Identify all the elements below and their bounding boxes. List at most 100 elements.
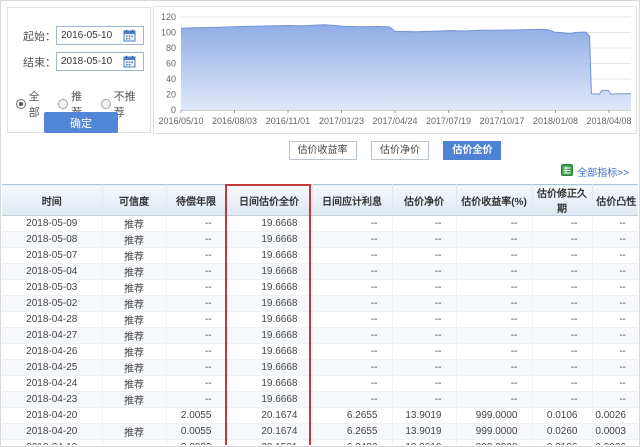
table-cell: -- <box>312 375 393 392</box>
table-cell: -- <box>166 343 227 360</box>
y-tick-label: 80 <box>166 43 176 53</box>
table-cell <box>102 439 167 445</box>
x-tick-label: 2017/10/17 <box>479 116 524 126</box>
table-row: 2018-04-26 推荐 -- 19.6668 -- -- -- -- -- <box>2 343 638 360</box>
table-cell: -- <box>166 247 227 264</box>
table-cell: -- <box>532 391 593 408</box>
table-cell: 20.1501 <box>226 439 313 445</box>
table-cell: 19.6668 <box>226 343 313 360</box>
table-cell: -- <box>312 247 393 264</box>
table-cell: -- <box>312 359 393 376</box>
table-cell: -- <box>392 311 457 328</box>
area-chart: 0 20 40 60 80 100 120 2016/05/10 2016/08/03 2016/… <box>158 12 631 126</box>
table-cell: -- <box>532 375 593 392</box>
valuation-table-wrap: 时间 可信度 待偿年限 日间估价全价 日间应计利息 估价净价 估价收益率(%) 估价修正久期估… <box>2 184 638 445</box>
table-cell: 2018-04-26 <box>2 343 103 360</box>
y-tick-label: 60 <box>166 59 176 69</box>
table-cell <box>102 407 167 424</box>
table-cell: -- <box>312 311 393 328</box>
table-cell: -- <box>592 343 638 360</box>
column-header: 可信度 <box>102 184 167 216</box>
table-cell: 推荐 <box>102 423 167 440</box>
table-cell: -- <box>392 295 457 312</box>
tab-full-price[interactable]: 估价全价 <box>443 141 502 160</box>
table-cell: -- <box>592 215 638 232</box>
table-cell: 20.1674 <box>226 407 313 424</box>
table-cell: 19.6668 <box>226 279 313 296</box>
table-cell: 推荐 <box>102 375 167 392</box>
table-cell: 2018-04-27 <box>2 327 103 344</box>
column-header: 估价修正久期 <box>532 184 593 216</box>
end-date-row: 结束： <box>18 52 144 71</box>
x-tick-label: 2017/01/23 <box>319 116 364 126</box>
table-cell: -- <box>532 247 593 264</box>
table-cell: 推荐 <box>102 359 167 376</box>
y-tick-label: 0 <box>171 105 176 115</box>
x-tick-label: 2016/05/10 <box>158 116 203 126</box>
table-cell: -- <box>392 279 457 296</box>
calendar-icon[interactable] <box>123 55 136 68</box>
table-cell: 6.2482 <box>312 439 393 445</box>
table-cell: 6.2655 <box>312 423 393 440</box>
table-cell: -- <box>456 311 533 328</box>
area-fill <box>181 24 631 110</box>
table-cell: 推荐 <box>102 263 167 280</box>
radio-not-recommended-label: 不推荐 <box>113 91 136 119</box>
start-date-box <box>56 26 144 45</box>
table-cell: -- <box>592 359 638 376</box>
table-cell: 推荐 <box>102 311 167 328</box>
end-date-input[interactable] <box>57 56 123 67</box>
table-cell: -- <box>166 375 227 392</box>
y-tick-label: 120 <box>161 12 176 22</box>
table-cell: 0.0106 <box>532 407 593 424</box>
table-cell: 2018-04-19 <box>2 439 103 445</box>
table-cell: -- <box>592 279 638 296</box>
table-cell: -- <box>312 279 393 296</box>
table-cell: -- <box>166 295 227 312</box>
table-cell: -- <box>312 295 393 312</box>
table-cell: -- <box>456 391 533 408</box>
tab-yield[interactable]: 估价收益率 <box>288 141 357 160</box>
start-date-row: 起始： <box>18 26 144 45</box>
table-cell: 19.6668 <box>226 247 313 264</box>
table-cell: -- <box>532 231 593 248</box>
table-cell: -- <box>392 231 457 248</box>
table-row: 2018-04-28 推荐 -- 19.6668 -- -- -- -- -- <box>2 311 638 328</box>
table-cell: -- <box>592 295 638 312</box>
x-tick-label: 2016/11/01 <box>266 116 310 126</box>
table-cell: -- <box>392 263 457 280</box>
table-cell: 0.0055 <box>166 423 227 440</box>
tab-net-price[interactable]: 估价净价 <box>371 141 429 160</box>
y-tick-label: 20 <box>166 90 176 100</box>
all-indicators-label: 全部指标>> <box>577 168 629 179</box>
table-row: 2018-04-20 2.0055 20.1674 6.2655 13.9019 999.… <box>2 407 638 424</box>
chart-mode-tabs: 估价收益率 估价净价 估价全价 <box>153 140 637 160</box>
table-cell: -- <box>312 215 393 232</box>
calendar-icon[interactable] <box>123 29 136 42</box>
table-cell: 2.0055 <box>166 407 227 424</box>
table-cell: 2018-05-09 <box>2 215 103 232</box>
table-cell: -- <box>456 215 533 232</box>
table-cell: 2018-05-03 <box>2 279 103 296</box>
table-cell: 19.6668 <box>226 215 313 232</box>
table-cell: 推荐 <box>102 231 167 248</box>
all-indicators-link[interactable]: 全部指标>> <box>561 164 629 179</box>
table-cell: -- <box>166 359 227 376</box>
table-cell: 2.0082 <box>166 439 227 445</box>
table-cell: 2018-05-08 <box>2 231 103 248</box>
app-window: 起始： 结束： 全部 推荐 <box>0 0 640 447</box>
start-date-input[interactable] <box>57 30 123 41</box>
table-cell: 2018-04-28 <box>2 311 103 328</box>
table-cell: -- <box>166 311 227 328</box>
table-cell: 19.6668 <box>226 359 313 376</box>
table-cell: -- <box>392 359 457 376</box>
table-cell: 999.0000 <box>456 407 533 424</box>
table-cell: 推荐 <box>102 391 167 408</box>
confirm-button[interactable]: 确定 <box>44 112 118 133</box>
table-row: 2018-04-19 2.008220.15016.248213.9019999.… <box>2 439 638 445</box>
table-cell: 2018-05-02 <box>2 295 103 312</box>
column-header: 时间 <box>2 184 103 216</box>
table-cell: 0.0260 <box>532 423 593 440</box>
table-cell: -- <box>592 375 638 392</box>
table-cell: -- <box>532 327 593 344</box>
